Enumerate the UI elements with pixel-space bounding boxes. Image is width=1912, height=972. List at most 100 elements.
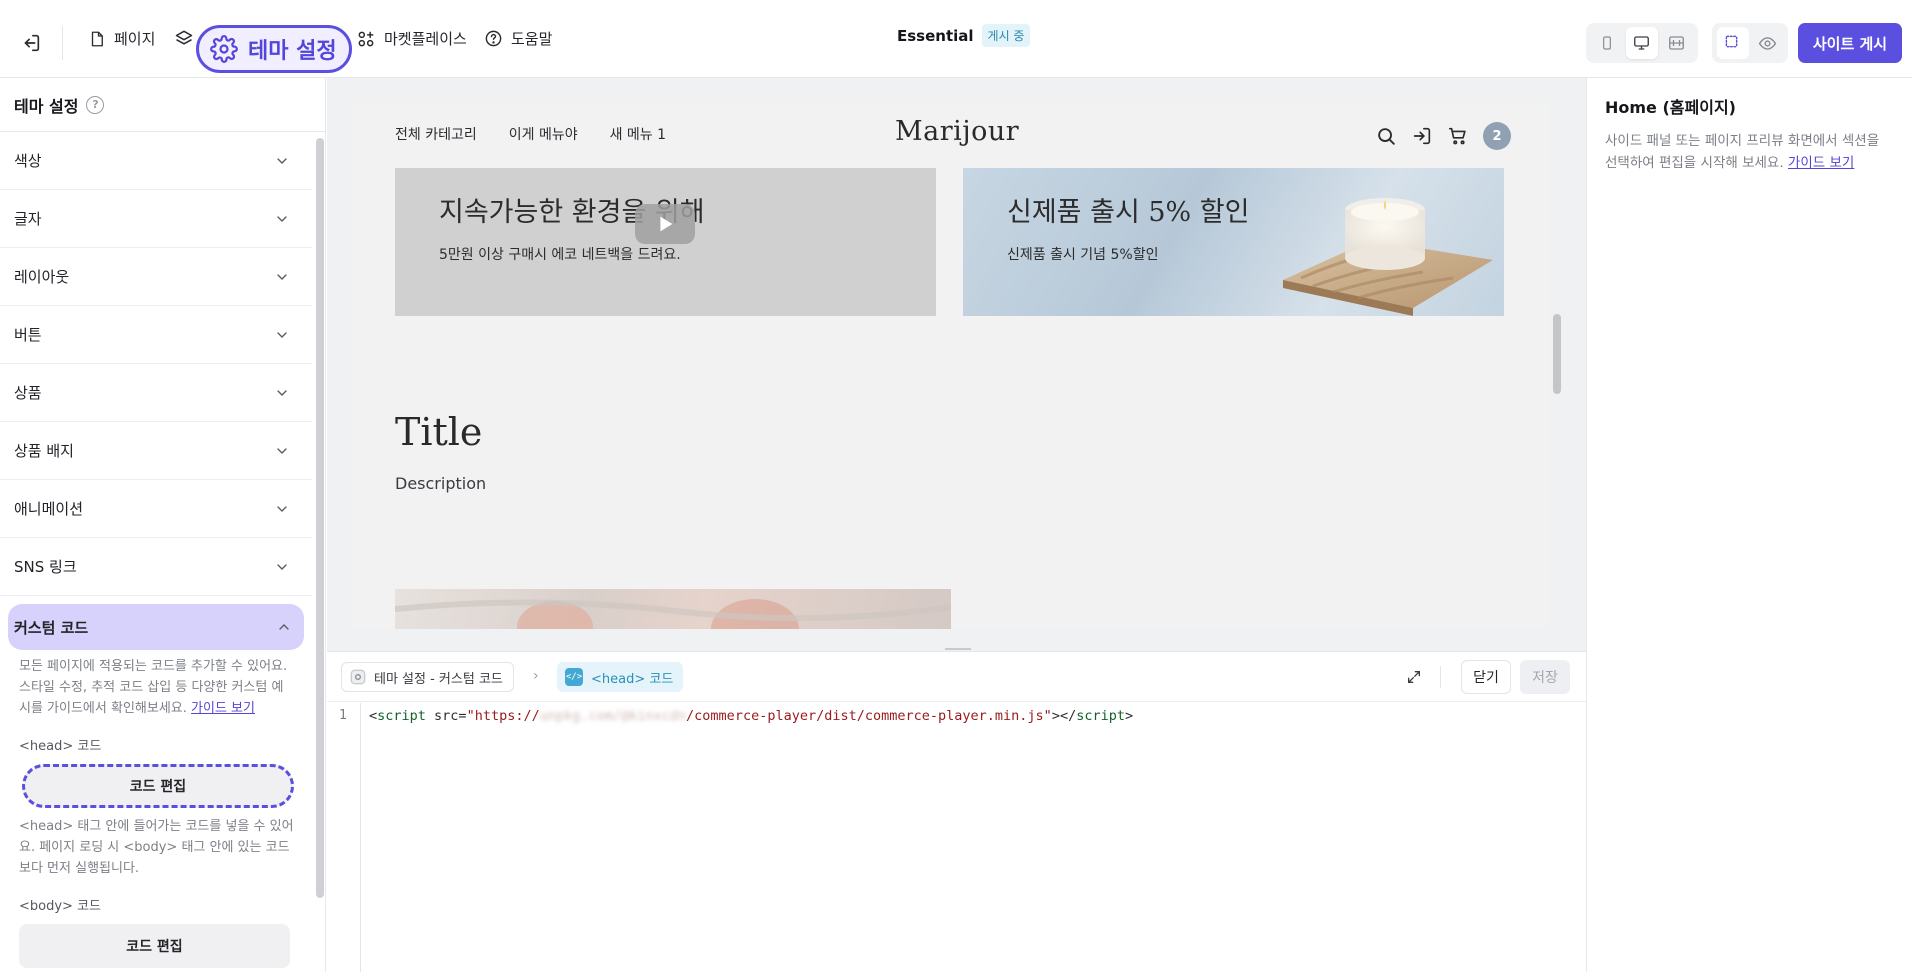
- site-name: Essential: [897, 26, 974, 45]
- chevron-up-icon: [279, 624, 289, 630]
- close-button[interactable]: 닫기: [1461, 660, 1511, 694]
- head-code-label: <head> 코드: [19, 739, 102, 754]
- preview-mode-button[interactable]: [1751, 27, 1783, 59]
- code-icon: </>: [565, 668, 583, 686]
- nav-help[interactable]: 도움말: [484, 28, 552, 49]
- help-circle-icon[interactable]: ?: [86, 95, 105, 114]
- video-play-icon[interactable]: [635, 204, 695, 244]
- chevron-down-icon: [277, 331, 287, 338]
- preview-scrollbar[interactable]: [1551, 102, 1563, 629]
- banner-subtitle: 신제품 출시 기념 5%할인: [1007, 247, 1159, 263]
- sidebar-item-layout[interactable]: 레이아웃: [0, 248, 312, 306]
- cart-icon[interactable]: [1447, 125, 1469, 147]
- expand-icon[interactable]: [1403, 666, 1425, 688]
- device-toggle-group: [1586, 23, 1698, 63]
- banner-title: 신제품 출시 5% 할인: [1007, 197, 1250, 228]
- publish-button[interactable]: 사이트 게시: [1798, 23, 1902, 63]
- nav-pages-label: 페이지: [114, 30, 156, 48]
- guide-link[interactable]: 가이드 보기: [1788, 155, 1854, 171]
- page-icon: [91, 31, 103, 46]
- chevron-down-icon: [277, 157, 287, 164]
- preview-nav-link[interactable]: 새 메뉴 1: [610, 124, 666, 144]
- breadcrumb-separator-icon: ›: [533, 668, 539, 684]
- preview-banner-2[interactable]: 신제품 출시 5% 할인 신제품 출시 기념 5%할인: [963, 168, 1504, 316]
- head-code-edit-button[interactable]: 코드 편집: [22, 764, 294, 808]
- code-token: https://: [474, 708, 540, 724]
- sidebar-item-product-badges[interactable]: 상품 배지: [0, 422, 312, 480]
- preview-section-image[interactable]: [395, 589, 951, 629]
- layers-icon: [175, 30, 193, 45]
- sidebar-item-animation[interactable]: 애니메이션: [0, 480, 312, 538]
- breadcrumb-theme-custom-code[interactable]: 테마 설정 - 커스텀 코드: [341, 662, 514, 692]
- preview-header[interactable]: 전체 카테고리 이게 메뉴야 새 메뉴 1 Marijour 2: [351, 102, 1549, 168]
- code-token: >: [1124, 708, 1134, 724]
- inspector-description: 사이드 패널 또는 페이지 프리뷰 화면에서 섹션을 선택하여 편집을 시작해 …: [1605, 130, 1895, 174]
- nav-marketplace[interactable]: 마켓플레이스: [356, 28, 467, 49]
- nav-layers[interactable]: [174, 28, 194, 48]
- sidebar-item-label: 애니메이션: [14, 500, 84, 518]
- body-code-label: <body> 코드: [19, 899, 101, 914]
- nav-marketplace-label: 마켓플레이스: [384, 30, 467, 48]
- line-gutter: [327, 703, 361, 972]
- theme-settings-sidebar: 테마 설정 ? 색상 글자 레이아웃 버튼 상품 상품 배지 애니메이션 SNS…: [0, 78, 326, 972]
- mobile-icon: [1603, 36, 1612, 50]
- sidebar-item-sns-links[interactable]: SNS 링크: [0, 538, 312, 596]
- sidebar-scrollbar[interactable]: [316, 138, 324, 898]
- code-token: src=: [425, 708, 467, 724]
- help-icon: [485, 30, 502, 47]
- candle-product-image: [1283, 198, 1493, 316]
- select-mode-button[interactable]: [1717, 27, 1749, 59]
- breadcrumb-label: 테마 설정 - 커스텀 코드: [374, 671, 503, 687]
- preview-nav-link[interactable]: 전체 카테고리: [395, 124, 477, 144]
- select-cursor-icon: [1725, 35, 1737, 47]
- fullwidth-view-button[interactable]: [1661, 27, 1693, 59]
- sidebar-item-label: 버튼: [14, 326, 42, 344]
- sidebar-item-buttons[interactable]: 버튼: [0, 306, 312, 364]
- topbar-divider: [62, 26, 63, 60]
- guide-link[interactable]: 가이드 보기: [191, 701, 255, 716]
- login-icon[interactable]: [1411, 125, 1433, 147]
- gear-icon: [350, 669, 366, 685]
- fullwidth-icon: [1669, 36, 1685, 50]
- chevron-down-icon: [277, 505, 287, 512]
- code-token: script: [377, 708, 426, 724]
- preview-scrollbar-thumb[interactable]: [1553, 314, 1561, 394]
- mobile-view-button[interactable]: [1591, 27, 1623, 59]
- inspector-panel: Home (홈페이지) 사이드 패널 또는 페이지 프리뷰 화면에서 섹션을 선…: [1586, 78, 1912, 972]
- apps-icon: [358, 31, 374, 46]
- gear-icon: [210, 35, 238, 63]
- sidebar-item-custom-code[interactable]: 커스텀 코드: [8, 604, 304, 650]
- exit-icon[interactable]: [18, 30, 44, 56]
- chevron-down-icon: [277, 389, 287, 396]
- code-token: ></: [1051, 708, 1077, 724]
- preview-nav-links: 전체 카테고리 이게 메뉴야 새 메뉴 1: [395, 124, 666, 144]
- nav-pages[interactable]: 페이지: [88, 28, 155, 49]
- preview-nav-link[interactable]: 이게 메뉴야: [509, 124, 578, 144]
- sidebar-item-products[interactable]: 상품: [0, 364, 312, 422]
- body-code-edit-button[interactable]: 코드 편집: [19, 924, 290, 968]
- preview-section-title[interactable]: Title: [395, 410, 482, 454]
- search-icon[interactable]: [1375, 125, 1397, 147]
- nav-theme-settings[interactable]: 테마 설정: [196, 25, 352, 73]
- inspector-title: Home (홈페이지): [1605, 98, 1736, 117]
- chevron-down-icon: [277, 273, 287, 280]
- sidebar-item-colors[interactable]: 색상: [0, 132, 312, 190]
- preview-logo[interactable]: Marijour: [895, 116, 1019, 147]
- sidebar-header: 테마 설정 ?: [0, 78, 325, 132]
- preview-banner-1[interactable]: 지속가능한 환경을 위해 5만원 이상 구매시 에코 네트백을 드려요.: [395, 168, 936, 316]
- code-line[interactable]: <script src="https://unpkg.com/@kinxcdn/…: [369, 708, 1133, 724]
- preview-header-icons: 2: [1375, 122, 1511, 150]
- sidebar-item-typography[interactable]: 글자: [0, 190, 312, 248]
- preview-section-description[interactable]: Description: [395, 474, 486, 493]
- sidebar-item-label: 색상: [14, 152, 42, 170]
- site-preview[interactable]: 전체 카테고리 이게 메뉴야 새 메뉴 1 Marijour 2 지속가능한 환…: [351, 102, 1549, 629]
- desktop-view-button[interactable]: [1625, 27, 1658, 59]
- sidebar-item-label: 커스텀 코드: [14, 618, 89, 637]
- code-token: <: [369, 708, 378, 724]
- code-token: /commerce-player/dist/commerce-player.mi…: [686, 708, 1044, 724]
- save-button[interactable]: 저장: [1520, 660, 1570, 694]
- nav-help-label: 도움말: [511, 30, 553, 48]
- breadcrumb-head-code[interactable]: </> <head> 코드: [557, 662, 684, 692]
- settings-list: 색상 글자 레이아웃 버튼 상품 상품 배지 애니메이션 SNS 링크 커스텀 …: [0, 132, 312, 968]
- top-bar: 페이지 테마 설정 마켓플레이스 도움말 Essential 게시 중 사이트 …: [0, 0, 1912, 78]
